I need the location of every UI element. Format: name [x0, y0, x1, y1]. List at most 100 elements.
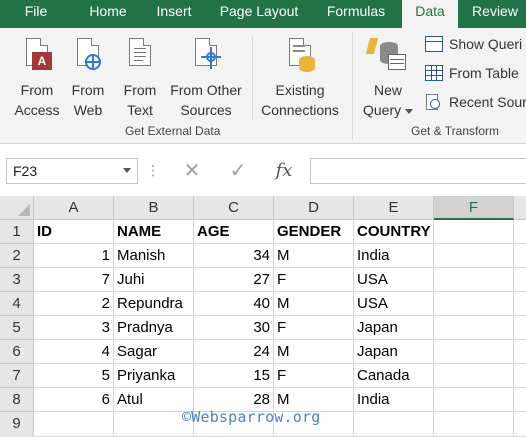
cell-f8[interactable] — [434, 388, 514, 412]
cell-f4[interactable] — [434, 292, 514, 316]
column-header-c[interactable]: C — [194, 196, 274, 220]
cell-e2[interactable]: India — [354, 244, 434, 268]
cell-a1[interactable]: ID — [34, 220, 114, 244]
cell-b3[interactable]: Juhi — [114, 268, 194, 292]
cell-e8[interactable]: India — [354, 388, 434, 412]
cell-overflow[interactable] — [514, 316, 526, 340]
cell-c4[interactable]: 40 — [194, 292, 274, 316]
insert-function-button[interactable]: fx — [270, 158, 298, 184]
cell-d4[interactable]: M — [274, 292, 354, 316]
from-access-button[interactable]: A From Access — [10, 38, 64, 120]
column-header-e[interactable]: E — [354, 196, 434, 220]
cell-overflow[interactable] — [514, 340, 526, 364]
row-header-9[interactable]: 9 — [0, 412, 34, 437]
tab-insert[interactable]: Insert — [148, 0, 200, 28]
existing-connections-button[interactable]: Existing Connections — [256, 38, 344, 120]
cell-e6[interactable]: Japan — [354, 340, 434, 364]
row-header-4[interactable]: 4 — [0, 292, 34, 316]
cell-f5[interactable] — [434, 316, 514, 340]
cell-e5[interactable]: Japan — [354, 316, 434, 340]
chevron-down-icon[interactable] — [123, 168, 131, 173]
new-query-button[interactable]: New Query — [358, 38, 418, 120]
cell-a7[interactable]: 5 — [34, 364, 114, 388]
cell-a2[interactable]: 1 — [34, 244, 114, 268]
cell-a4[interactable]: 2 — [34, 292, 114, 316]
cell-d7[interactable]: F — [274, 364, 354, 388]
cell-f6[interactable] — [434, 340, 514, 364]
cell-c2[interactable]: 34 — [194, 244, 274, 268]
confirm-entry-button[interactable]: ✓ — [224, 158, 252, 184]
from-table-button[interactable]: From Table — [425, 63, 519, 83]
cell-overflow[interactable] — [514, 388, 526, 412]
cell-c5[interactable]: 30 — [194, 316, 274, 340]
column-header-d[interactable]: D — [274, 196, 354, 220]
cell-d5[interactable]: F — [274, 316, 354, 340]
cell-c6[interactable]: 24 — [194, 340, 274, 364]
cell-e1[interactable]: COUNTRY — [354, 220, 434, 244]
table-grid-icon — [425, 65, 443, 81]
cell-d6[interactable]: M — [274, 340, 354, 364]
row-header-8[interactable]: 8 — [0, 388, 34, 412]
row-header-6[interactable]: 6 — [0, 340, 34, 364]
cell-b6[interactable]: Sagar — [114, 340, 194, 364]
row-header-2[interactable]: 2 — [0, 244, 34, 268]
tab-review[interactable]: Review — [464, 0, 526, 28]
cell-e9[interactable] — [354, 412, 434, 437]
cell-f1[interactable] — [434, 220, 514, 244]
cell-e3[interactable]: USA — [354, 268, 434, 292]
column-header-a[interactable]: A — [34, 196, 114, 220]
cell-overflow[interactable] — [514, 220, 526, 244]
cell-c3[interactable]: 27 — [194, 268, 274, 292]
cell-b1[interactable]: NAME — [114, 220, 194, 244]
formula-bar-splitter[interactable]: ⋮ — [146, 162, 160, 178]
from-text-button[interactable]: From Text — [118, 38, 162, 120]
name-box[interactable]: F23 — [6, 158, 138, 184]
cell-overflow[interactable] — [514, 268, 526, 292]
from-web-button[interactable]: From Web — [66, 38, 110, 120]
row-header-3[interactable]: 3 — [0, 268, 34, 292]
cell-f2[interactable] — [434, 244, 514, 268]
cell-e7[interactable]: Canada — [354, 364, 434, 388]
cell-a5[interactable]: 3 — [34, 316, 114, 340]
row-header-1[interactable]: 1 — [0, 220, 34, 244]
tab-home[interactable]: Home — [80, 0, 136, 28]
cancel-entry-button[interactable]: ✕ — [178, 158, 206, 184]
watermark-text: ©Websparrow.org — [182, 408, 321, 426]
cell-d3[interactable]: F — [274, 268, 354, 292]
row-header-5[interactable]: 5 — [0, 316, 34, 340]
cell-b5[interactable]: Pradnya — [114, 316, 194, 340]
cell-b7[interactable]: Priyanka — [114, 364, 194, 388]
ribbon-body: A From Access From Web From Text From Ot… — [0, 28, 526, 144]
formula-input[interactable] — [310, 158, 526, 184]
tab-page-layout[interactable]: Page Layout — [212, 0, 306, 28]
cell-f9[interactable] — [434, 412, 514, 437]
cell-c1[interactable]: AGE — [194, 220, 274, 244]
cell-f3[interactable] — [434, 268, 514, 292]
cell-a3[interactable]: 7 — [34, 268, 114, 292]
cell-d2[interactable]: M — [274, 244, 354, 268]
row-header-7[interactable]: 7 — [0, 364, 34, 388]
tab-formulas[interactable]: Formulas — [318, 0, 394, 28]
cell-overflow[interactable] — [514, 412, 526, 437]
cell-e4[interactable]: USA — [354, 292, 434, 316]
cell-b4[interactable]: Repundra — [114, 292, 194, 316]
cell-a8[interactable]: 6 — [34, 388, 114, 412]
cell-a6[interactable]: 4 — [34, 340, 114, 364]
cell-b2[interactable]: Manish — [114, 244, 194, 268]
cell-a9[interactable] — [34, 412, 114, 437]
cell-f7[interactable] — [434, 364, 514, 388]
formula-bar: F23 ⋮ ✕ ✓ fx — [0, 144, 526, 196]
cell-overflow[interactable] — [514, 292, 526, 316]
cell-overflow[interactable] — [514, 364, 526, 388]
cell-overflow[interactable] — [514, 244, 526, 268]
recent-sources-button[interactable]: Recent Sour — [425, 92, 526, 112]
show-queries-button[interactable]: Show Queri — [425, 34, 522, 54]
from-other-sources-button[interactable]: From Other Sources — [166, 38, 246, 120]
select-all-button[interactable] — [0, 196, 34, 220]
tab-data[interactable]: Data — [402, 0, 458, 28]
cell-c7[interactable]: 15 — [194, 364, 274, 388]
tab-file[interactable]: File — [14, 0, 58, 28]
column-header-f[interactable]: F — [434, 196, 514, 220]
cell-d1[interactable]: GENDER — [274, 220, 354, 244]
column-header-b[interactable]: B — [114, 196, 194, 220]
